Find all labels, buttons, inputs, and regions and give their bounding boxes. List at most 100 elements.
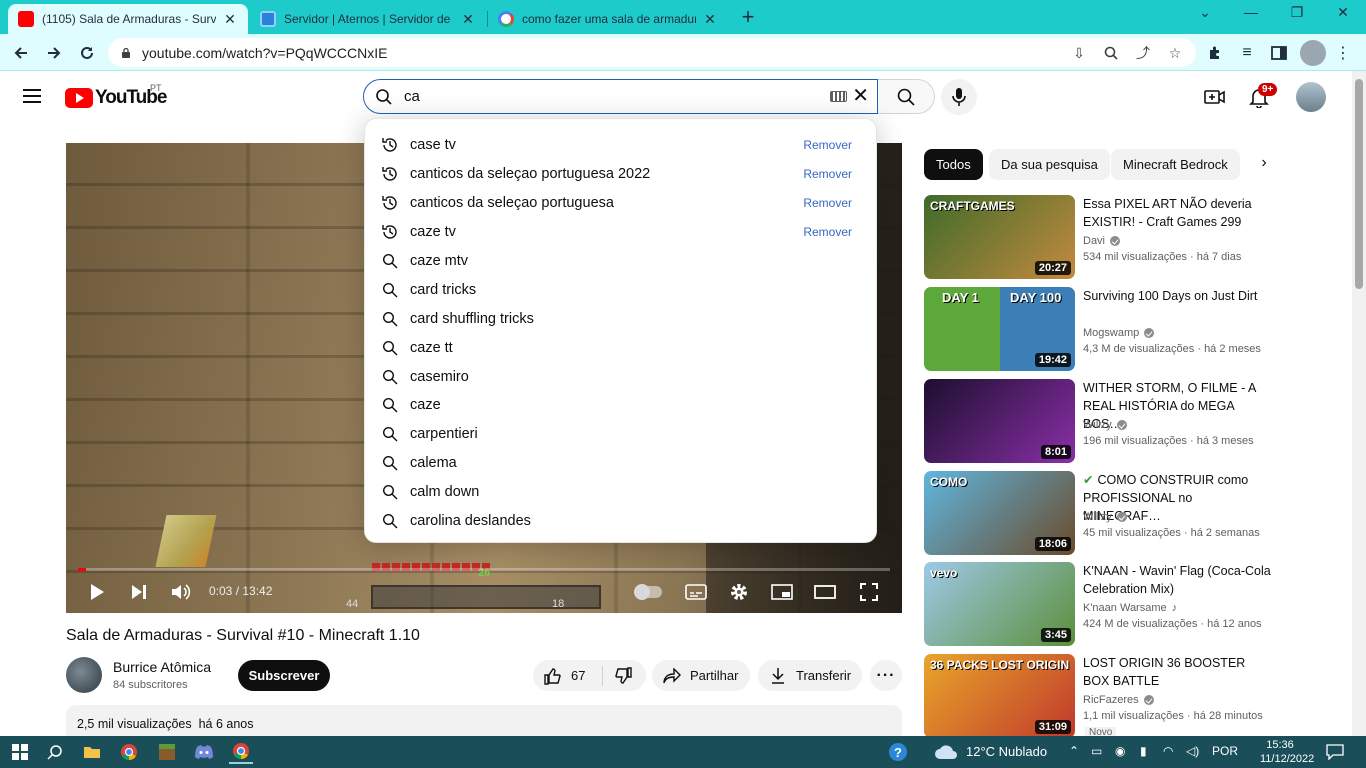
next-button[interactable] [127, 580, 151, 604]
search-button[interactable] [878, 79, 935, 114]
recommended-video[interactable]: COMO 18:06 ✔ COMO CONSTRUIR como PROFISSION… [924, 471, 1352, 555]
subscribe-button[interactable]: Subscrever [238, 660, 330, 691]
file-explorer-icon[interactable] [80, 740, 104, 764]
keyboard-icon[interactable] [830, 91, 847, 102]
chip-from-search[interactable]: Da sua pesquisa [989, 149, 1110, 180]
wifi-icon[interactable]: ◠ [1163, 744, 1173, 758]
tray-chevron-icon[interactable]: ⌃ [1069, 744, 1079, 758]
create-video-icon[interactable] [1203, 85, 1227, 109]
recommended-title[interactable]: LOST ORIGIN 36 BOOSTER BOX BATTLE [1083, 654, 1273, 690]
recommended-channel[interactable]: Willzy [1083, 511, 1127, 523]
more-actions-button[interactable]: ··· [870, 660, 902, 691]
suggestion-item[interactable]: calema [365, 449, 876, 478]
settings-button[interactable] [727, 580, 751, 604]
suggestion-item[interactable]: card tricks [365, 275, 876, 304]
suggestion-item[interactable]: caze mtv [365, 247, 876, 276]
chip-all[interactable]: Todos [924, 149, 983, 180]
profile-avatar[interactable] [1300, 40, 1326, 66]
recommended-channel[interactable]: Davi [1083, 235, 1121, 247]
notification-center-icon[interactable] [1323, 740, 1347, 764]
recommended-video[interactable]: DAY 1 DAY 100 19:42 Surviving 100 Days on J… [924, 287, 1352, 371]
remove-suggestion-link[interactable]: Remover [803, 225, 852, 239]
chrome-taskbar-icon[interactable] [117, 740, 141, 764]
recommended-video[interactable]: CRAFTGAMES 20:27 Essa PIXEL ART NÃO deveri… [924, 195, 1352, 279]
video-progress-bar[interactable] [78, 568, 890, 571]
close-tab-icon[interactable]: ✕ [222, 11, 238, 28]
windows-start-icon[interactable] [8, 740, 32, 764]
share-button[interactable]: Partilhar [652, 660, 750, 691]
address-bar[interactable]: youtube.com/watch?v=PQqWCCCNxIE ⇩ ⤴ ☆ [108, 38, 1196, 67]
download-button[interactable]: Transferir [758, 660, 862, 691]
recommended-video[interactable]: 36 PACKS LOST ORIGIN 31:09 LOST ORIGIN 36 … [924, 654, 1352, 738]
subtitles-button[interactable] [684, 580, 708, 604]
zoom-icon[interactable] [1102, 44, 1120, 62]
close-window-button[interactable]: ✕ [1320, 4, 1366, 26]
channel-name[interactable]: Burrice Atômica [113, 659, 211, 675]
recommended-title[interactable]: Essa PIXEL ART NÃO deveria EXISTIR! - Cr… [1083, 195, 1273, 231]
battery-icon[interactable]: ▭ [1091, 744, 1102, 758]
video-thumbnail[interactable]: DAY 1 DAY 100 19:42 [924, 287, 1075, 371]
suggestion-item[interactable]: caze tv Remover [365, 218, 876, 247]
recommended-channel[interactable]: Willzy [1083, 419, 1127, 431]
minimize-button[interactable]: — [1228, 4, 1274, 26]
install-app-icon[interactable]: ⇩ [1070, 44, 1088, 62]
minecraft-taskbar-icon[interactable] [155, 740, 179, 764]
like-button[interactable]: 67 [533, 665, 603, 686]
page-scrollbar[interactable] [1352, 71, 1366, 736]
tab-search-icon[interactable]: ⌄ [1182, 4, 1228, 26]
suggestion-item[interactable]: carpentieri [365, 420, 876, 449]
video-thumbnail[interactable]: 36 PACKS LOST ORIGIN 31:09 [924, 654, 1075, 738]
menu-hamburger-icon[interactable] [23, 89, 41, 103]
taskbar-search-icon[interactable] [43, 740, 67, 764]
tab-google[interactable]: como fazer uma sala de armadur ✕ [488, 4, 728, 34]
remove-suggestion-link[interactable]: Remover [803, 138, 852, 152]
theater-mode-button[interactable] [813, 580, 837, 604]
new-tab-button[interactable]: + [736, 6, 760, 30]
remove-suggestion-link[interactable]: Remover [803, 167, 852, 181]
video-thumbnail[interactable]: vevo 3:45 [924, 562, 1075, 646]
help-icon[interactable]: ? [886, 740, 910, 764]
account-avatar[interactable] [1296, 82, 1326, 112]
recommended-channel[interactable]: K'naan Warsame ♪ [1083, 602, 1177, 614]
bookmark-star-icon[interactable]: ☆ [1166, 44, 1184, 62]
search-input[interactable] [404, 88, 804, 105]
fullscreen-button[interactable] [857, 580, 881, 604]
clear-search-icon[interactable]: ✕ [852, 86, 869, 106]
recommended-title[interactable]: Surviving 100 Days on Just Dirt [1083, 287, 1273, 305]
play-button[interactable] [85, 580, 109, 604]
suggestion-item[interactable]: caze [365, 391, 876, 420]
voice-search-button[interactable] [941, 79, 977, 115]
recommended-video[interactable]: vevo 3:45 K'NAAN - Wavin' Flag (Coca-Cola … [924, 562, 1352, 646]
suggestion-item[interactable]: calm down [365, 478, 876, 507]
chips-next-chevron-icon[interactable]: › [1252, 154, 1276, 176]
suggestion-item[interactable]: card shuffling tricks [365, 304, 876, 333]
share-icon[interactable]: ⤴ [1134, 44, 1152, 62]
autoplay-toggle[interactable] [634, 584, 662, 600]
tab-youtube[interactable]: (1105) Sala de Armaduras - Survi ✕ [8, 4, 248, 34]
chrome-active-taskbar-icon[interactable] [229, 740, 253, 764]
suggestion-item[interactable]: caze tt [365, 333, 876, 362]
microphone-tray-icon[interactable]: ▮ [1140, 744, 1147, 758]
video-thumbnail[interactable]: 8:01 [924, 379, 1075, 463]
restore-button[interactable]: ❐ [1274, 4, 1320, 26]
miniplayer-button[interactable] [770, 580, 794, 604]
speaker-icon[interactable]: ◁) [1186, 744, 1199, 758]
remove-suggestion-link[interactable]: Remover [803, 196, 852, 210]
search-box[interactable]: ✕ [363, 79, 878, 114]
recommended-title[interactable]: K'NAAN - Wavin' Flag (Coca-Cola Celebrat… [1083, 562, 1273, 598]
taskbar-clock[interactable]: 15:36 11/12/2022 [1260, 738, 1314, 766]
video-thumbnail[interactable]: CRAFTGAMES 20:27 [924, 195, 1075, 279]
language-indicator[interactable]: POR [1212, 744, 1238, 758]
suggestion-item[interactable]: carolina deslandes [365, 507, 876, 536]
volume-button[interactable] [169, 580, 193, 604]
network-icon[interactable]: ◉ [1115, 744, 1125, 758]
video-thumbnail[interactable]: COMO 18:06 [924, 471, 1075, 555]
back-button[interactable] [8, 40, 34, 66]
reload-button[interactable] [74, 40, 100, 66]
suggestion-item[interactable]: canticos da seleçao portuguesa Remover [365, 189, 876, 218]
chip-minecraft-bedrock[interactable]: Minecraft Bedrock [1111, 149, 1240, 180]
close-tab-icon[interactable]: ✕ [702, 11, 718, 28]
recommended-channel[interactable]: RicFazeres [1083, 694, 1154, 706]
suggestion-item[interactable]: canticos da seleçao portuguesa 2022 Remov… [365, 160, 876, 189]
dislike-button[interactable] [603, 666, 641, 686]
